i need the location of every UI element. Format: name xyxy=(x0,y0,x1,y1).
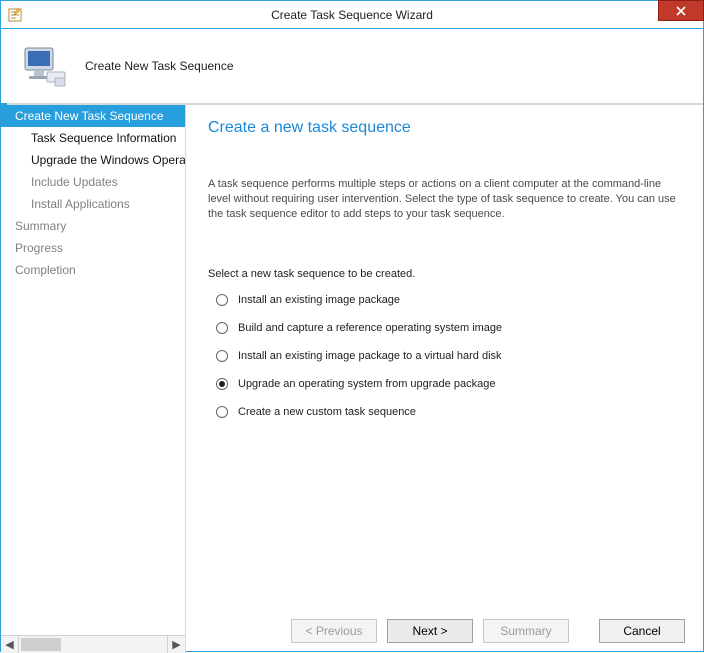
cancel-button[interactable]: Cancel xyxy=(599,619,685,643)
nav-item[interactable]: Summary xyxy=(1,215,185,237)
scroll-thumb[interactable] xyxy=(21,638,61,651)
radio-option[interactable]: Build and capture a reference operating … xyxy=(208,322,681,334)
titlebar[interactable]: Create Task Sequence Wizard xyxy=(1,1,703,29)
radio-label: Create a new custom task sequence xyxy=(238,406,416,418)
radio-bullet[interactable] xyxy=(216,294,228,306)
nav-item[interactable]: Install Applications xyxy=(1,193,185,215)
radio-option[interactable]: Install an existing image package xyxy=(208,294,681,306)
footer-buttons: < Previous Next > Summary Cancel xyxy=(186,611,703,643)
radio-label: Build and capture a reference operating … xyxy=(238,322,502,334)
app-icon xyxy=(7,7,23,23)
nav-item[interactable]: Create New Task Sequence xyxy=(1,105,185,127)
radio-option[interactable]: Install an existing image package to a v… xyxy=(208,350,681,362)
nav-item[interactable]: Upgrade the Windows Operating System xyxy=(1,149,185,171)
close-button[interactable] xyxy=(658,0,704,21)
page-title: Create a new task sequence xyxy=(208,119,681,137)
wizard-body: Create New Task SequenceTask Sequence In… xyxy=(1,105,703,653)
nav-item[interactable]: Include Updates xyxy=(1,171,185,193)
wizard-header: Create New Task Sequence xyxy=(1,29,703,103)
nav-item[interactable]: Progress xyxy=(1,237,185,259)
nav-items: Create New Task SequenceTask Sequence In… xyxy=(1,105,185,635)
previous-button[interactable]: < Previous xyxy=(291,619,377,643)
radio-bullet[interactable] xyxy=(216,322,228,334)
radio-bullet[interactable] xyxy=(216,378,228,390)
nav-item[interactable]: Completion xyxy=(1,259,185,281)
radio-group: Install an existing image package Build a… xyxy=(208,294,681,434)
nav-panel: Create New Task SequenceTask Sequence In… xyxy=(1,105,185,653)
nav-scrollbar[interactable]: ◀ ▶ xyxy=(1,635,185,653)
next-button[interactable]: Next > xyxy=(387,619,473,643)
radio-label: Install an existing image package xyxy=(238,294,400,306)
scroll-left-button[interactable]: ◀ xyxy=(1,636,19,653)
wizard-window: Create Task Sequence Wizard Create New T… xyxy=(0,0,704,652)
scroll-right-button[interactable]: ▶ xyxy=(167,636,185,653)
content-panel: Create a new task sequence A task sequen… xyxy=(186,105,703,653)
window-title: Create Task Sequence Wizard xyxy=(1,8,703,22)
select-label: Select a new task sequence to be created… xyxy=(208,268,681,280)
radio-bullet[interactable] xyxy=(216,406,228,418)
summary-button[interactable]: Summary xyxy=(483,619,569,643)
header-subtitle: Create New Task Sequence xyxy=(85,59,234,73)
radio-label: Install an existing image package to a v… xyxy=(238,350,502,362)
computer-icon xyxy=(19,42,67,90)
scroll-track[interactable] xyxy=(19,636,167,653)
radio-label: Upgrade an operating system from upgrade… xyxy=(238,378,495,390)
radio-option[interactable]: Create a new custom task sequence xyxy=(208,406,681,418)
page-description: A task sequence performs multiple steps … xyxy=(208,177,681,222)
nav-item[interactable]: Task Sequence Information xyxy=(1,127,185,149)
radio-option[interactable]: Upgrade an operating system from upgrade… xyxy=(208,378,681,390)
radio-bullet[interactable] xyxy=(216,350,228,362)
